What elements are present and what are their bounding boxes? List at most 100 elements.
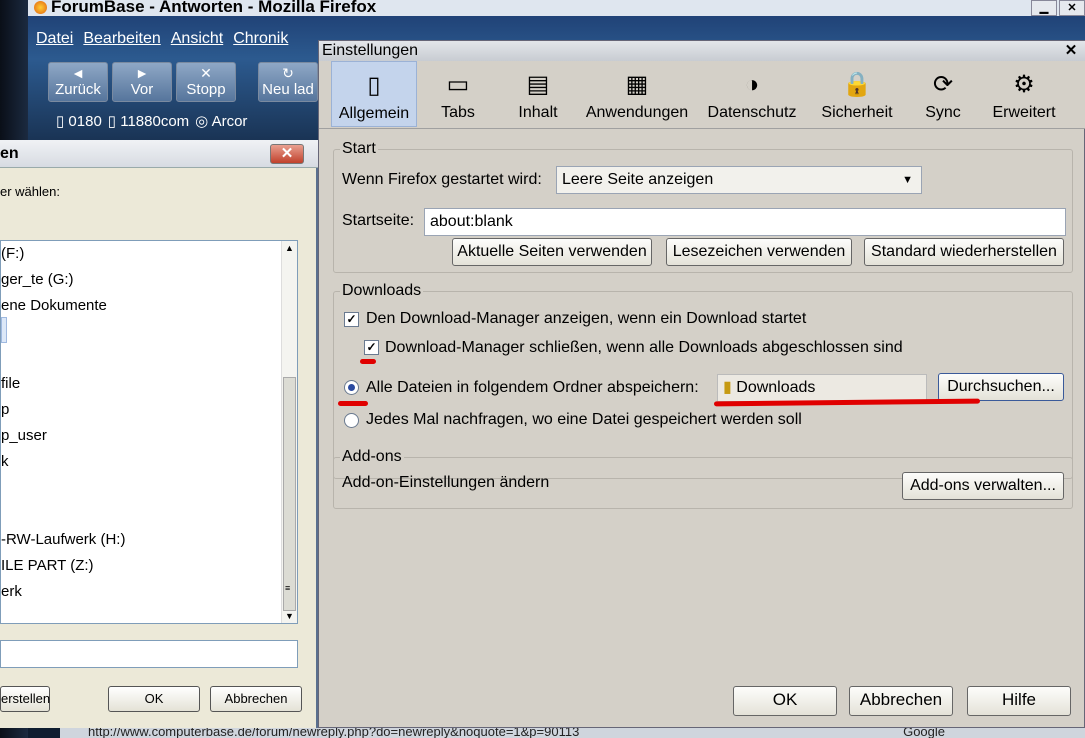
firefox-titlebar: ForumBase - Antworten - Mozilla Firefox … xyxy=(28,0,1085,16)
scroll-thumb[interactable] xyxy=(283,377,296,611)
folder-dialog-titlebar: en ✕ xyxy=(0,140,318,168)
tab-anwendungen[interactable]: ▦ Anwendungen xyxy=(577,61,697,127)
tab-label: Inhalt xyxy=(518,104,558,121)
tab-sicherheit[interactable]: 🔒 Sicherheit xyxy=(807,61,907,127)
menubar: Datei Bearbeiten Ansicht Chronik xyxy=(36,30,298,52)
reload-label: Neu lad xyxy=(262,81,314,98)
tree-scrollbar[interactable]: ▲ ≡ ▼ xyxy=(281,241,297,623)
bookmark-0180[interactable]: ▯ 0180 xyxy=(56,112,102,132)
red-annotation-mark xyxy=(360,359,376,364)
folder-tree[interactable]: (F:) ger_te (G:) ene Dokumente file p p_… xyxy=(0,240,298,624)
browse-button[interactable]: Durchsuchen... xyxy=(938,373,1064,401)
folder-icon: ▮ xyxy=(723,379,732,396)
close-icon[interactable]: ✕ xyxy=(270,144,304,164)
startup-value: Leere Seite anzeigen xyxy=(562,171,714,188)
menu-ansicht[interactable]: Ansicht xyxy=(171,30,223,52)
close-manager-label: Download-Manager schließen, wenn alle Do… xyxy=(385,339,903,356)
tab-erweitert[interactable]: ⚙ Erweitert xyxy=(979,61,1069,127)
preferences-title: Einstellungen xyxy=(322,42,419,59)
restore-default-button[interactable]: Standard wiederherstellen xyxy=(864,238,1064,266)
tab-tabs[interactable]: ▭ Tabs xyxy=(417,61,499,127)
use-current-pages-button[interactable]: Aktuelle Seiten verwenden xyxy=(452,238,652,266)
preferences-titlebar: Einstellungen ✕ xyxy=(319,41,1085,61)
tab-label: Tabs xyxy=(441,104,475,121)
bookmark-arcor[interactable]: ◎ Arcor xyxy=(195,112,247,132)
always-ask-label: Jedes Mal nachfragen, wo eine Datei gesp… xyxy=(366,411,802,428)
gear-icon: ⚙ xyxy=(1013,71,1035,98)
stop-label: Stopp xyxy=(186,81,226,98)
group-title: Downloads xyxy=(340,282,424,300)
tab-allgemein[interactable]: ▯ Allgemein xyxy=(331,61,417,127)
ok-button[interactable]: OK xyxy=(108,686,200,712)
folder-chooser-dialog: en ✕ er wählen: (F:) ger_te (G:) ene Dok… xyxy=(0,140,318,728)
tree-item[interactable]: k xyxy=(1,453,9,470)
bookmark-11880com[interactable]: ▯ 11880com xyxy=(108,112,189,132)
tree-item[interactable]: ger_te (G:) xyxy=(1,271,74,288)
use-bookmark-button[interactable]: Lesezeichen verwenden xyxy=(666,238,852,266)
homepage-input[interactable]: about:blank xyxy=(424,208,1066,236)
forward-button[interactable]: ► Vor xyxy=(112,62,172,102)
navigation-toolbar: ◄ Zurück ► Vor ✕ Stopp ↻ Neu lad xyxy=(48,62,318,102)
tree-item[interactable]: erk xyxy=(1,583,22,600)
general-switch-icon: ▯ xyxy=(367,72,381,99)
tree-item[interactable]: -RW-Laufwerk (H:) xyxy=(1,531,125,548)
close-download-manager-checkbox[interactable]: ✓ xyxy=(364,340,379,355)
tree-item[interactable]: ene Dokumente xyxy=(1,297,107,314)
save-to-label: Alle Dateien in folgendem Ordner abspeic… xyxy=(366,379,699,396)
menu-bearbeiten[interactable]: Bearbeiten xyxy=(83,30,160,52)
window-title: ForumBase - Antworten - Mozilla Firefox xyxy=(51,0,377,16)
tree-selected-item[interactable] xyxy=(1,317,7,343)
stop-button[interactable]: ✕ Stopp xyxy=(176,62,236,102)
scroll-grip-icon: ≡ xyxy=(285,583,291,593)
bookmarks-toolbar: ▯ 0180 ▯ 11880com ◎ Arcor xyxy=(56,112,247,132)
tree-item[interactable]: ILE PART (Z:) xyxy=(1,557,94,574)
folder-path-input[interactable] xyxy=(0,640,298,668)
close-icon[interactable]: ✕ xyxy=(1060,42,1082,59)
tree-item[interactable]: p xyxy=(1,401,9,418)
cancel-button[interactable]: Abbrechen xyxy=(210,686,302,712)
folder-dialog-title: en xyxy=(0,145,19,162)
sync-icon: ⟳ xyxy=(932,71,954,98)
tab-datenschutz[interactable]: ◑ Datenschutz xyxy=(697,61,807,127)
folder-dialog-caption: er wählen: xyxy=(0,184,60,199)
close-window-icon[interactable]: ✕ xyxy=(1059,0,1085,16)
tabs-icon: ▭ xyxy=(446,71,470,98)
tree-item[interactable]: p_user xyxy=(1,427,47,444)
minimize-icon[interactable]: ▁ xyxy=(1031,0,1057,16)
tab-label: Anwendungen xyxy=(585,104,689,121)
back-button[interactable]: ◄ Zurück xyxy=(48,62,108,102)
forward-label: Vor xyxy=(130,81,154,98)
show-download-manager-checkbox[interactable]: ✓ xyxy=(344,312,359,327)
start-group: Start Wenn Firefox gestartet wird: Leere… xyxy=(333,140,1073,273)
tab-inhalt[interactable]: ▤ Inhalt xyxy=(499,61,577,127)
scroll-up-icon[interactable]: ▲ xyxy=(285,243,294,253)
download-folder-value: Downloads xyxy=(736,379,816,396)
bookmark-label: 11880com xyxy=(120,113,190,130)
menu-chronik[interactable]: Chronik xyxy=(233,30,288,52)
save-to-folder-radio[interactable] xyxy=(344,380,359,395)
red-annotation-mark xyxy=(338,401,368,406)
help-button[interactable]: Hilfe xyxy=(967,686,1071,716)
manage-addons-button[interactable]: Add-ons verwalten... xyxy=(902,472,1064,500)
tree-item[interactable]: file xyxy=(1,375,20,392)
reload-icon: ↻ xyxy=(282,65,294,81)
menu-datei[interactable]: Datei xyxy=(36,30,73,52)
restore-button[interactable]: erstellen xyxy=(0,686,50,712)
reload-button[interactable]: ↻ Neu lad xyxy=(258,62,318,102)
tab-sync[interactable]: ⟳ Sync xyxy=(907,61,979,127)
firefox-logo-icon xyxy=(34,1,47,15)
show-manager-label: Den Download-Manager anzeigen, wenn ein … xyxy=(366,310,807,327)
always-ask-radio[interactable] xyxy=(344,413,359,428)
group-title: Start xyxy=(340,140,378,158)
startup-select[interactable]: Leere Seite anzeigen ▼ xyxy=(556,166,922,194)
tree-item[interactable]: (F:) xyxy=(1,245,24,262)
applications-icon: ▦ xyxy=(625,71,649,98)
ok-button[interactable]: OK xyxy=(733,686,837,716)
tab-label: Erweitert xyxy=(992,104,1056,121)
cancel-button[interactable]: Abbrechen xyxy=(849,686,953,716)
privacy-mask-icon: ◑ xyxy=(744,71,760,98)
preferences-tabbar: ▯ Allgemein ▭ Tabs ▤ Inhalt ▦ Anwendunge… xyxy=(319,61,1085,129)
bookmark-label: 0180 xyxy=(68,113,102,130)
scroll-down-icon[interactable]: ▼ xyxy=(285,611,294,621)
downloads-group: Downloads ✓ Den Download-Manager anzeige… xyxy=(333,282,1073,479)
